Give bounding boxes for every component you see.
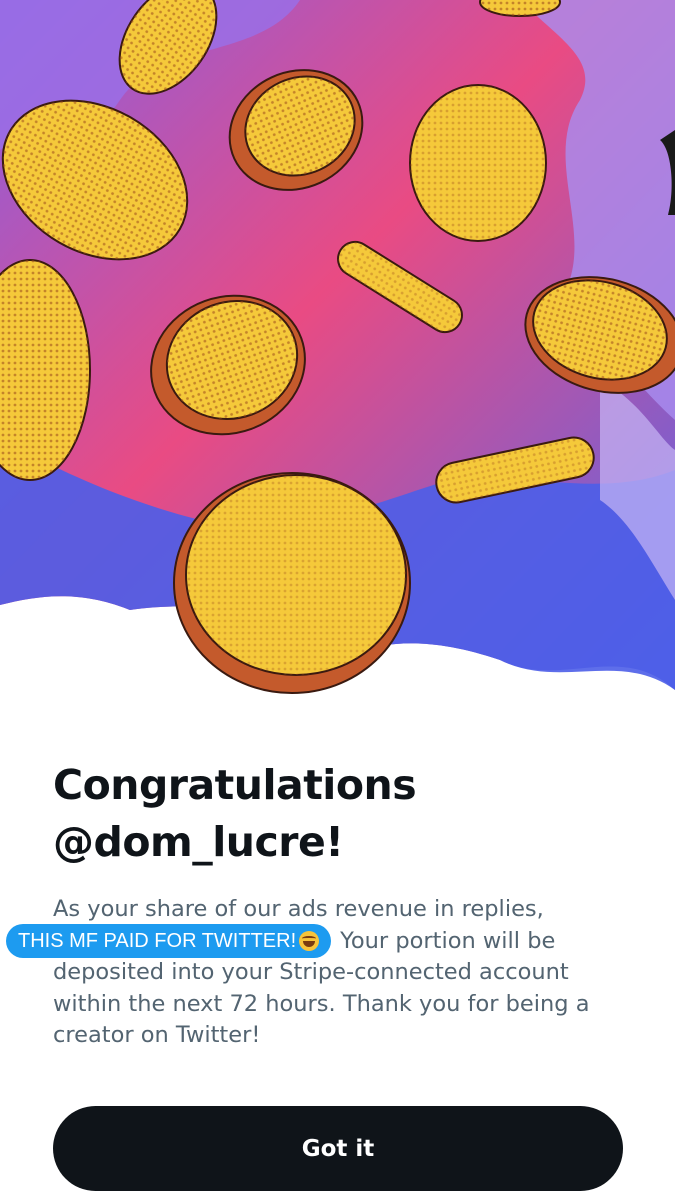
message-body: As your share of our ads revenue in repl… xyxy=(53,894,633,1052)
body-line-1: As your share of our ads revenue in repl… xyxy=(53,896,544,922)
title-line-1: Congratulations xyxy=(53,761,417,809)
hero-illustration xyxy=(0,0,675,700)
caption-text: THIS MF PAID FOR TWITTER! xyxy=(18,930,297,952)
coins-icon xyxy=(0,0,675,694)
page-title: Congratulations @dom_lucre! xyxy=(53,757,643,871)
body-line-2-text: Your portion will be xyxy=(333,927,556,954)
caption-overlay: THIS MF PAID FOR TWITTER! xyxy=(6,924,332,958)
laughing-emoji-icon xyxy=(299,931,320,951)
body-line-3: deposited into your Stripe-connected acc… xyxy=(53,959,569,985)
body-line-5: creator on Twitter! xyxy=(53,1022,261,1048)
got-it-button[interactable]: Got it xyxy=(53,1106,623,1191)
title-line-2: @dom_lucre! xyxy=(53,818,344,866)
body-line-4: within the next 72 hours. Thank you for … xyxy=(53,990,590,1017)
